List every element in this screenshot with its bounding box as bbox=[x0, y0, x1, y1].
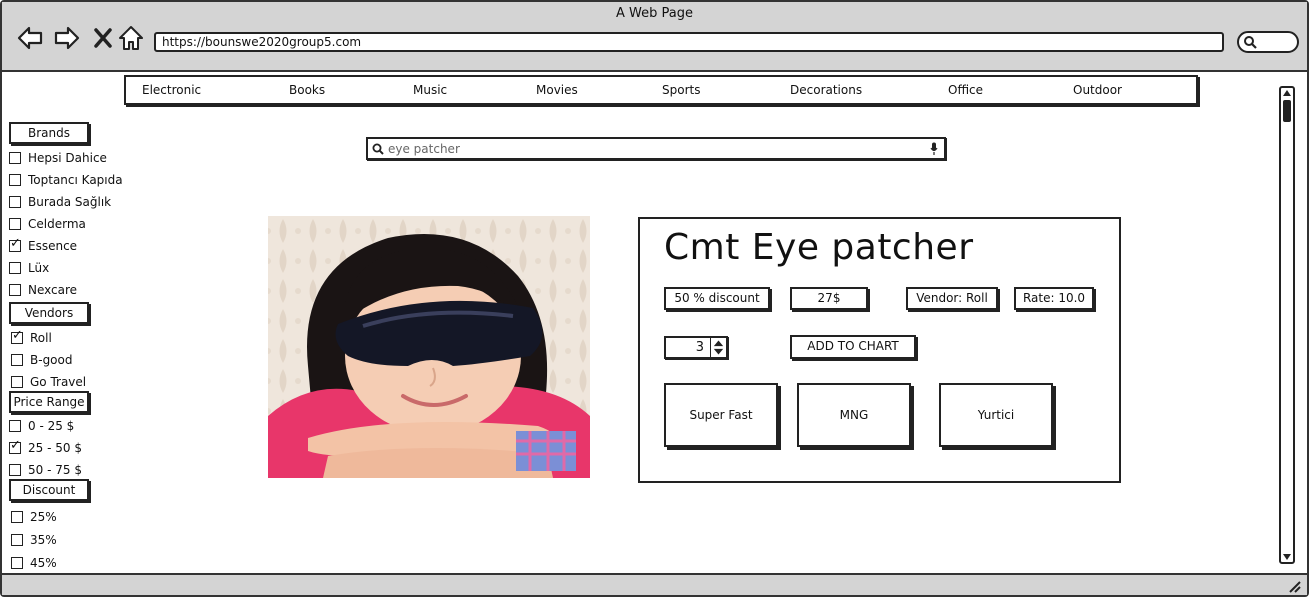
scroll-down-icon[interactable] bbox=[1282, 553, 1292, 561]
checkbox[interactable] bbox=[11, 534, 23, 546]
shipping-option-mng[interactable]: MNG bbox=[797, 383, 911, 447]
brand-filter-item[interactable]: Burada Sağlık bbox=[9, 194, 111, 210]
vendor-badge: Vendor: Roll bbox=[906, 287, 998, 310]
checkbox[interactable] bbox=[9, 420, 21, 432]
vendor-filter-item[interactable]: Roll bbox=[11, 328, 52, 346]
category-books[interactable]: Books bbox=[289, 83, 325, 97]
window-title: A Web Page bbox=[616, 6, 693, 21]
checkbox-checked[interactable] bbox=[9, 236, 21, 252]
scrollbar-thumb[interactable] bbox=[1283, 100, 1291, 122]
category-sports[interactable]: Sports bbox=[662, 83, 700, 97]
stepper-arrows-icon[interactable] bbox=[710, 338, 726, 357]
vendor-filter-item[interactable]: Go Travel bbox=[11, 374, 86, 390]
category-outdoor[interactable]: Outdoor bbox=[1073, 83, 1122, 97]
checkbox[interactable] bbox=[9, 262, 21, 274]
checkbox[interactable] bbox=[11, 354, 23, 366]
product-panel: Cmt Eye patcher 50 % discount 27$ Vendor… bbox=[638, 217, 1121, 483]
checkbox[interactable] bbox=[11, 511, 23, 523]
category-office[interactable]: Office bbox=[948, 83, 983, 97]
category-nav: Electronic Books Music Movies Sports Dec… bbox=[124, 75, 1198, 105]
checkbox[interactable] bbox=[9, 174, 21, 186]
back-arrow-icon[interactable] bbox=[16, 24, 44, 52]
product-search bbox=[366, 137, 946, 160]
shipping-option-super-fast[interactable]: Super Fast bbox=[664, 383, 778, 447]
scroll-up-icon[interactable] bbox=[1282, 89, 1292, 97]
browser-window: A Web Page https://bounswe2020group5.com… bbox=[0, 0, 1309, 597]
search-input[interactable] bbox=[388, 140, 918, 157]
product-image bbox=[268, 216, 590, 478]
category-electronic[interactable]: Electronic bbox=[142, 83, 201, 97]
discount-filter-item[interactable]: 45% bbox=[11, 555, 57, 571]
shipping-option-yurtici[interactable]: Yurtici bbox=[939, 383, 1053, 447]
close-icon[interactable] bbox=[90, 24, 118, 52]
price-filter-item[interactable]: 50 - 75 $ bbox=[9, 462, 82, 478]
add-to-chart-button[interactable]: ADD TO CHART bbox=[790, 335, 916, 359]
browser-search-box[interactable] bbox=[1237, 31, 1299, 53]
resize-grip-icon[interactable] bbox=[1287, 579, 1301, 593]
price-range-heading[interactable]: Price Range bbox=[9, 391, 89, 413]
brand-filter-item[interactable]: Celderma bbox=[9, 216, 86, 232]
checkbox[interactable] bbox=[11, 376, 23, 388]
brands-heading[interactable]: Brands bbox=[9, 122, 89, 144]
product-title: Cmt Eye patcher bbox=[664, 227, 974, 268]
discount-heading[interactable]: Discount bbox=[9, 479, 89, 501]
discount-badge: 50 % discount bbox=[664, 287, 770, 310]
browser-titlebar: A Web Page https://bounswe2020group5.com bbox=[2, 2, 1307, 72]
vendor-filter-item[interactable]: B-good bbox=[11, 352, 72, 368]
rate-badge: Rate: 10.0 bbox=[1014, 287, 1094, 310]
home-icon[interactable] bbox=[117, 24, 145, 52]
microphone-icon[interactable] bbox=[930, 142, 938, 156]
checkbox[interactable] bbox=[9, 196, 21, 208]
checkbox[interactable] bbox=[9, 152, 21, 164]
brand-filter-item[interactable]: Toptancı Kapıda bbox=[9, 172, 123, 188]
brand-filter-item[interactable]: Nexcare bbox=[9, 282, 77, 298]
checkbox[interactable] bbox=[9, 464, 21, 476]
category-movies[interactable]: Movies bbox=[536, 83, 578, 97]
category-decorations[interactable]: Decorations bbox=[790, 83, 862, 97]
checkbox-checked[interactable] bbox=[11, 328, 23, 344]
checkbox[interactable] bbox=[9, 218, 21, 230]
forward-arrow-icon[interactable] bbox=[53, 24, 81, 52]
address-bar[interactable]: https://bounswe2020group5.com bbox=[154, 32, 1224, 52]
brand-filter-item[interactable]: Essence bbox=[9, 236, 77, 254]
search-icon bbox=[1244, 36, 1257, 49]
brand-filter-item[interactable]: Lüx bbox=[9, 260, 49, 276]
search-icon bbox=[372, 143, 384, 155]
price-filter-item[interactable]: 25 - 50 $ bbox=[9, 438, 82, 456]
quantity-stepper[interactable]: 3 bbox=[664, 336, 728, 359]
brand-filter-item[interactable]: Hepsi Dahice bbox=[9, 150, 107, 166]
quantity-value: 3 bbox=[695, 340, 704, 355]
vertical-scrollbar[interactable] bbox=[1279, 86, 1295, 564]
checkbox[interactable] bbox=[9, 284, 21, 296]
discount-filter-item[interactable]: 35% bbox=[11, 532, 57, 548]
discount-filter-item[interactable]: 25% bbox=[11, 509, 57, 525]
category-music[interactable]: Music bbox=[413, 83, 447, 97]
checkbox-checked[interactable] bbox=[9, 438, 21, 454]
vendors-heading[interactable]: Vendors bbox=[9, 302, 89, 324]
price-badge: 27$ bbox=[790, 287, 868, 310]
status-bar bbox=[2, 573, 1307, 595]
checkbox[interactable] bbox=[11, 557, 23, 569]
price-filter-item[interactable]: 0 - 25 $ bbox=[9, 418, 74, 434]
